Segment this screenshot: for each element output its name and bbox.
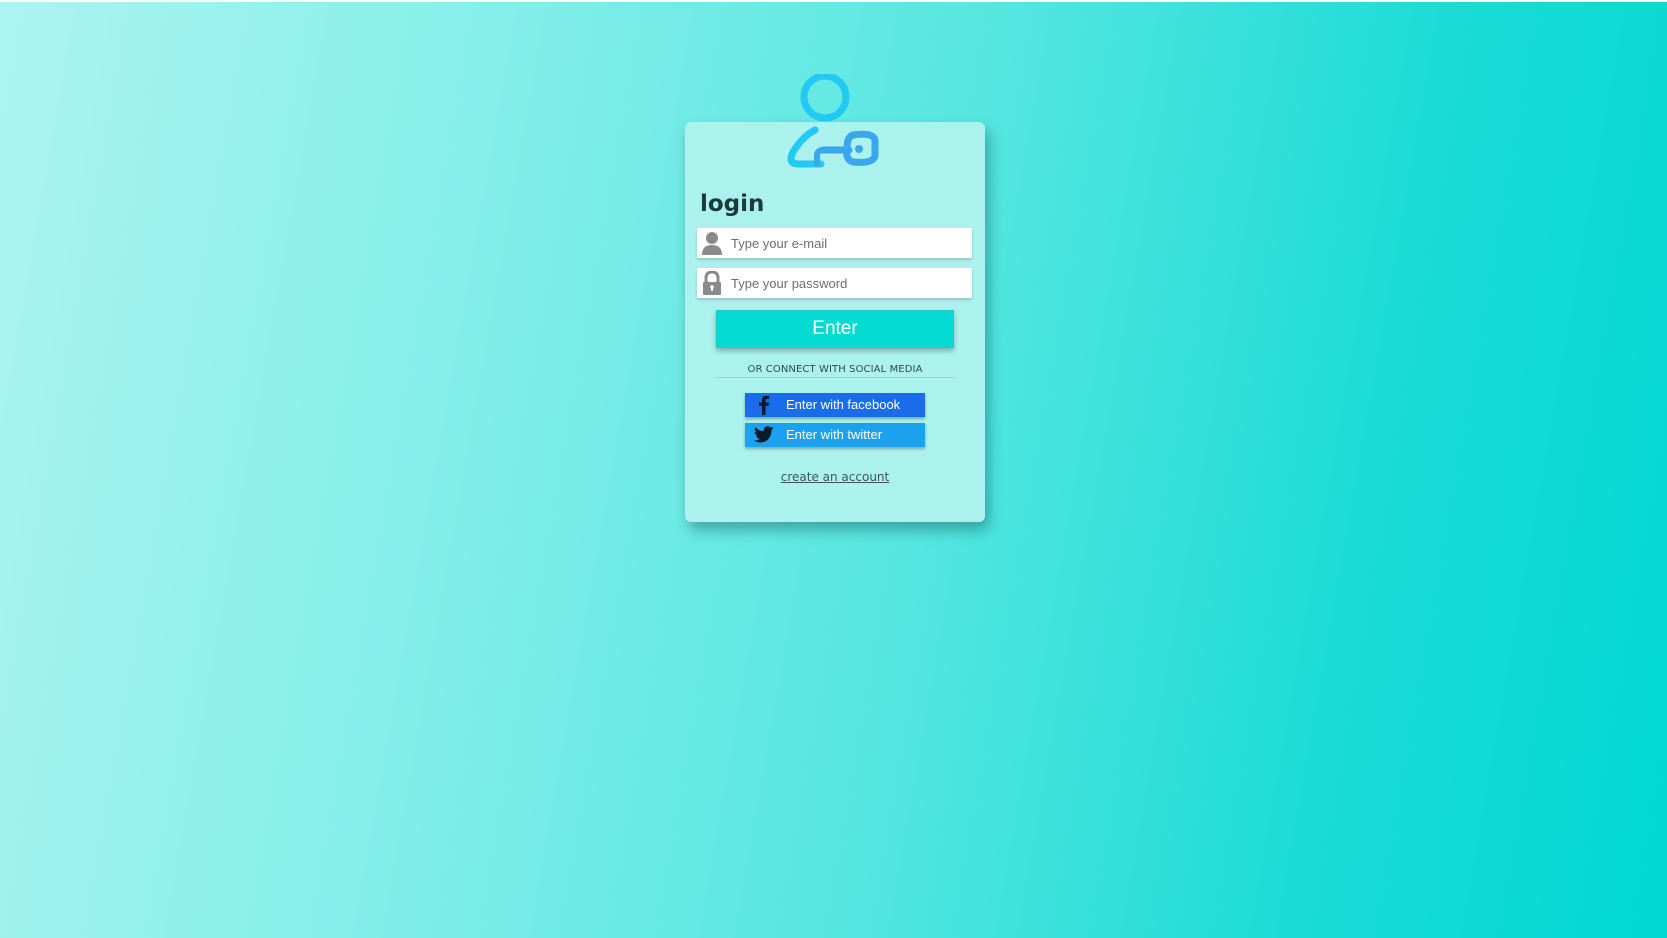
user-key-icon xyxy=(787,74,879,168)
user-icon xyxy=(702,232,722,255)
social-divider-line xyxy=(715,377,955,378)
facebook-button-label: Enter with facebook xyxy=(786,397,901,412)
email-input[interactable] xyxy=(731,228,967,258)
facebook-login-button[interactable]: Enter with facebook xyxy=(745,393,925,417)
twitter-button-label: Enter with twitter xyxy=(786,427,883,442)
email-field[interactable] xyxy=(697,228,972,258)
password-input[interactable] xyxy=(731,268,967,298)
enter-button[interactable]: Enter xyxy=(716,310,954,348)
lock-icon xyxy=(703,271,721,295)
twitter-icon xyxy=(753,426,774,443)
facebook-icon xyxy=(759,395,769,415)
twitter-login-button[interactable]: Enter with twitter xyxy=(745,423,925,447)
create-account-link[interactable]: create an account xyxy=(715,470,955,484)
password-field[interactable] xyxy=(697,268,972,298)
social-divider-text: OR CONNECT WITH SOCIAL MEDIA xyxy=(747,364,923,375)
login-title: login xyxy=(700,191,765,217)
